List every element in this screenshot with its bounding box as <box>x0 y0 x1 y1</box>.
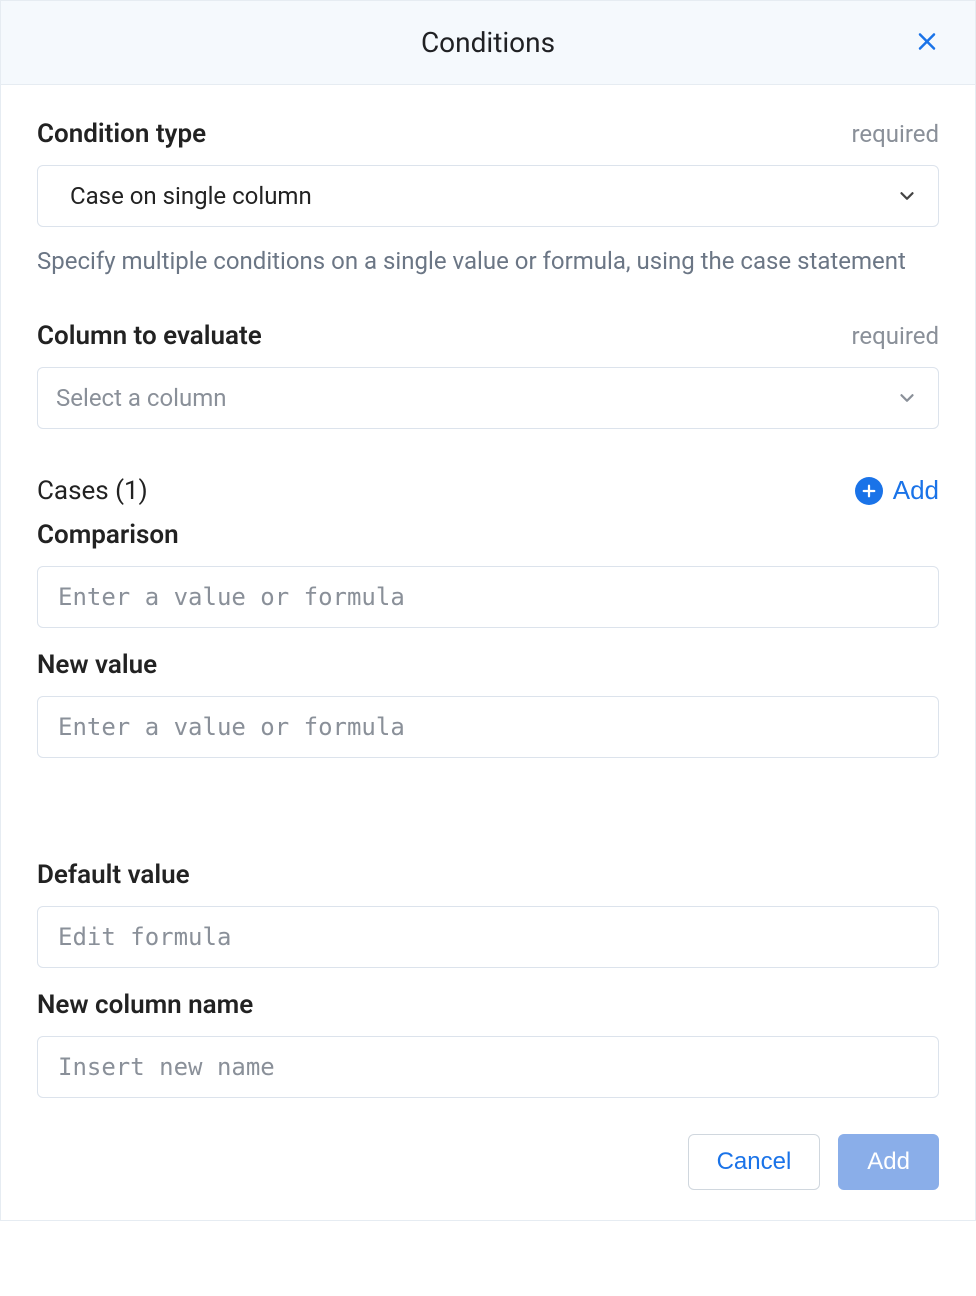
modal-footer: Cancel Add <box>37 1134 939 1190</box>
new-column-name-label: New column name <box>37 990 939 1020</box>
condition-type-field: Condition type required Case on single c… <box>37 119 939 279</box>
plus-circle-icon <box>855 477 883 505</box>
default-value-label: Default value <box>37 860 939 890</box>
close-icon <box>915 29 939 56</box>
column-to-evaluate-label: Column to evaluate <box>37 321 262 351</box>
cancel-button[interactable]: Cancel <box>688 1134 821 1190</box>
new-value-label: New value <box>37 650 939 680</box>
cases-heading: Cases (1) <box>37 476 148 506</box>
add-button-label: Add <box>867 1148 910 1176</box>
condition-type-select[interactable]: Case on single column <box>37 165 939 227</box>
comparison-input[interactable] <box>56 582 918 612</box>
add-button[interactable]: Add <box>838 1134 939 1190</box>
add-case-label: Add <box>893 475 939 506</box>
new-column-name-input-wrapper <box>37 1036 939 1098</box>
condition-type-label: Condition type <box>37 119 206 149</box>
condition-type-value: Case on single column <box>70 182 312 210</box>
column-to-evaluate-field: Column to evaluate required Select a col… <box>37 321 939 429</box>
new-value-field: New value <box>37 650 939 758</box>
cases-header-row: Cases (1) Add <box>37 475 939 506</box>
chevron-down-icon <box>896 185 918 207</box>
modal-body: Condition type required Case on single c… <box>1 85 975 1220</box>
new-value-input[interactable] <box>56 712 918 742</box>
column-to-evaluate-select[interactable]: Select a column <box>37 367 939 429</box>
default-value-field: Default value <box>37 860 939 968</box>
modal-title: Conditions <box>421 26 555 59</box>
comparison-label: Comparison <box>37 520 939 550</box>
new-column-name-field: New column name <box>37 990 939 1098</box>
default-value-input[interactable] <box>56 922 918 952</box>
label-row: Condition type required <box>37 119 939 149</box>
close-button[interactable] <box>909 23 945 62</box>
comparison-field: Comparison <box>37 520 939 628</box>
modal-header: Conditions <box>1 1 975 85</box>
required-indicator: required <box>851 322 939 350</box>
conditions-modal: Conditions Condition type required Case … <box>0 0 976 1221</box>
label-row: Column to evaluate required <box>37 321 939 351</box>
column-to-evaluate-placeholder: Select a column <box>56 384 227 412</box>
required-indicator: required <box>851 120 939 148</box>
default-value-input-wrapper <box>37 906 939 968</box>
new-column-name-input[interactable] <box>56 1052 918 1082</box>
condition-type-help: Specify multiple conditions on a single … <box>37 243 939 279</box>
chevron-down-icon <box>896 387 918 409</box>
comparison-input-wrapper <box>37 566 939 628</box>
section-gap <box>37 790 939 860</box>
cancel-button-label: Cancel <box>717 1148 792 1176</box>
new-value-input-wrapper <box>37 696 939 758</box>
add-case-button[interactable]: Add <box>855 475 939 506</box>
